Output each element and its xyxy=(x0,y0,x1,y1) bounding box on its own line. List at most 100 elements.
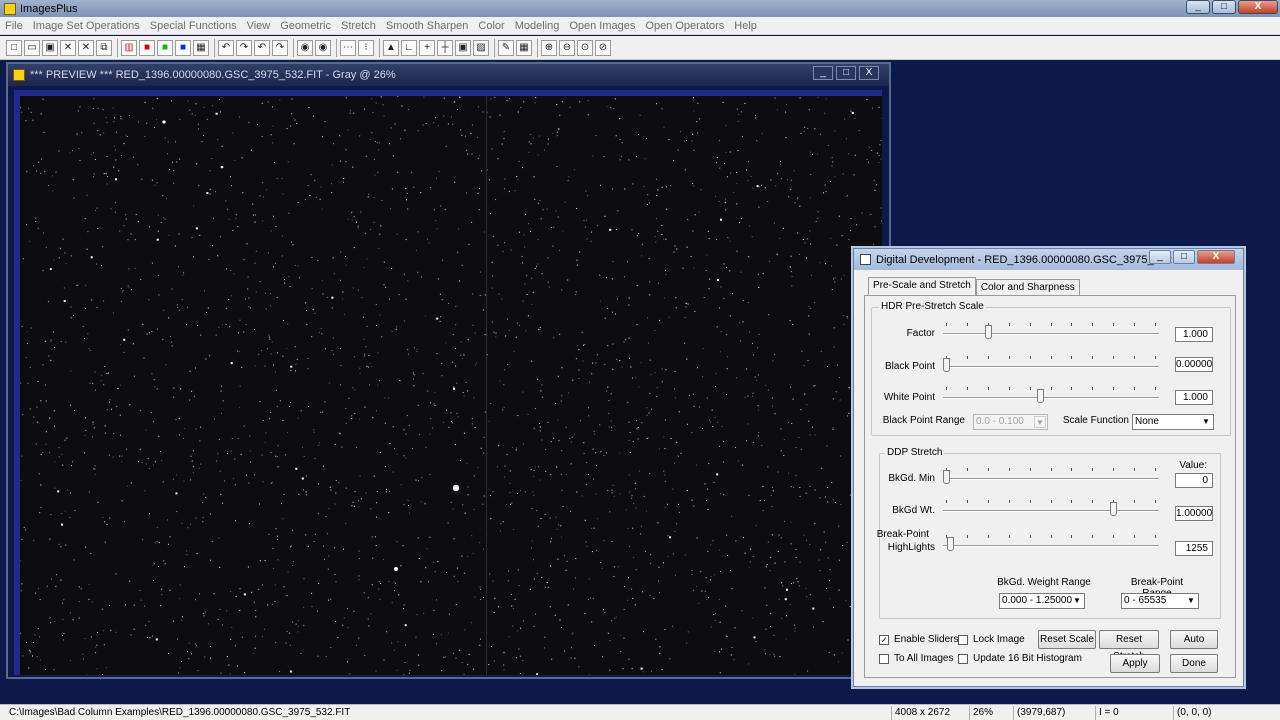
close-image-icon[interactable]: ✕ xyxy=(60,39,76,56)
dialog-minimize-button[interactable]: _ xyxy=(1149,250,1171,264)
scale-function-select[interactable]: None ▼ xyxy=(1132,414,1214,430)
bkgd-weight-range-select[interactable]: 0.000 - 1.25000 ▼ xyxy=(999,593,1085,609)
slider-tick xyxy=(1113,468,1115,471)
preview-titlebar[interactable]: *** PREVIEW *** RED_1396.00000080.GSC_39… xyxy=(8,64,889,86)
toolbar-separator xyxy=(494,38,495,57)
lock-image-checkbox[interactable]: Lock Image xyxy=(958,634,1025,645)
slider-track xyxy=(943,366,1159,368)
menu-open-operators[interactable]: Open Operators xyxy=(640,20,729,32)
enable-sliders-checkbox[interactable]: ✓ Enable Sliders xyxy=(879,634,958,645)
preview-close-button[interactable]: X xyxy=(859,66,879,80)
image-icon[interactable]: ▨ xyxy=(473,39,489,56)
break-point-slider[interactable] xyxy=(943,535,1159,551)
reset-scale-button[interactable]: Reset Scale xyxy=(1038,630,1096,649)
bkgd-min-slider[interactable] xyxy=(943,468,1159,484)
histogram-icon[interactable]: ▲ xyxy=(383,39,399,56)
slider-thumb[interactable] xyxy=(947,537,955,551)
crosshair-icon[interactable]: ┼ xyxy=(437,39,453,56)
save-icon[interactable]: ▣ xyxy=(42,39,58,56)
close-button[interactable]: X xyxy=(1238,0,1278,14)
frame-icon[interactable]: ▣ xyxy=(455,39,471,56)
menu-smooth-sharpen[interactable]: Smooth Sharpen xyxy=(381,20,474,32)
bkgd-wt-slider[interactable] xyxy=(943,500,1159,516)
close-all-icon[interactable]: ✕ xyxy=(78,39,94,56)
target-icon[interactable]: ◉ xyxy=(297,39,313,56)
zoom-fit-icon[interactable]: ⊙ xyxy=(577,39,593,56)
factor-value[interactable]: 1.000 xyxy=(1175,327,1213,342)
copy-icon[interactable]: ⧉ xyxy=(96,39,112,56)
break-point-range-select[interactable]: 0 - 65535 ▼ xyxy=(1121,593,1199,609)
reset-stretch-button[interactable]: Reset Stretch xyxy=(1099,630,1159,662)
slider-tick xyxy=(1071,323,1073,326)
menu-view[interactable]: View xyxy=(242,20,276,32)
slider-tick xyxy=(1050,387,1052,390)
menu-stretch[interactable]: Stretch xyxy=(336,20,381,32)
toolbar-separator xyxy=(537,38,538,57)
open-icon[interactable]: ▭ xyxy=(24,39,40,56)
dots-icon[interactable]: ⋯ xyxy=(340,39,356,56)
preview-window-controls: _ □ X xyxy=(813,66,879,80)
menu-modeling[interactable]: Modeling xyxy=(510,20,565,32)
tab-pre-scale-and-stretch[interactable]: Pre-Scale and Stretch xyxy=(868,277,976,295)
menu-image-set-operations[interactable]: Image Set Operations xyxy=(28,20,145,32)
slider-thumb[interactable] xyxy=(943,358,950,372)
factor-slider[interactable] xyxy=(943,323,1159,339)
menu-help[interactable]: Help xyxy=(729,20,762,32)
preview-maximize-button[interactable]: □ xyxy=(836,66,856,80)
menu-geometric[interactable]: Geometric xyxy=(275,20,336,32)
menu-special-functions[interactable]: Special Functions xyxy=(145,20,242,32)
menu-file[interactable]: File xyxy=(0,20,28,32)
slider-thumb[interactable] xyxy=(1037,389,1045,403)
green-channel-icon[interactable]: ■ xyxy=(157,39,173,56)
menu-open-images[interactable]: Open Images xyxy=(564,20,640,32)
redo-all-icon[interactable]: ↷ xyxy=(272,39,288,56)
slider-thumb[interactable] xyxy=(984,325,992,339)
slider-track xyxy=(943,478,1159,480)
slider-tick xyxy=(1008,323,1010,326)
slider-thumb[interactable] xyxy=(943,470,950,484)
status-bar: C:\Images\Bad Column Examples\RED_1396.0… xyxy=(0,704,1280,720)
dialog-maximize-button[interactable]: □ xyxy=(1173,250,1195,264)
white-point-value[interactable]: 1.000 xyxy=(1175,390,1213,405)
red-channel-icon[interactable]: ■ xyxy=(139,39,155,56)
table-icon[interactable]: ▦ xyxy=(516,39,532,56)
menu-color[interactable]: Color xyxy=(473,20,509,32)
black-point-value[interactable]: 0.00000 xyxy=(1175,357,1213,372)
redo-disabled-icon[interactable]: ↷ xyxy=(236,39,252,56)
done-button[interactable]: Done xyxy=(1170,654,1218,673)
update-16bit-histogram-checkbox[interactable]: Update 16 Bit Histogram xyxy=(958,653,1082,664)
to-all-images-checkbox[interactable]: To All Images xyxy=(879,653,953,664)
target-red-icon[interactable]: ◉ xyxy=(315,39,331,56)
slider-tick xyxy=(1008,387,1010,390)
auto-button[interactable]: Auto xyxy=(1170,630,1218,649)
blue-channel-icon[interactable]: ■ xyxy=(175,39,191,56)
dialog-close-button[interactable]: X xyxy=(1197,250,1235,264)
slider-thumb[interactable] xyxy=(1110,502,1118,516)
bkgd-min-value[interactable]: 0 xyxy=(1175,473,1213,488)
preview-minimize-button[interactable]: _ xyxy=(813,66,833,80)
new-icon[interactable]: □ xyxy=(6,39,22,56)
white-point-slider[interactable] xyxy=(943,387,1159,403)
break-point-value[interactable]: 1255 xyxy=(1175,541,1213,556)
maximize-button[interactable]: □ xyxy=(1212,0,1236,14)
black-point-slider[interactable] xyxy=(943,356,1159,372)
dialog-icon xyxy=(860,254,871,265)
zoom-actual-icon[interactable]: ⊘ xyxy=(595,39,611,56)
image-canvas[interactable] xyxy=(14,90,882,675)
zoom-out-icon[interactable]: ⊖ xyxy=(559,39,575,56)
tab-panel: HDR Pre-Stretch Scale Factor 1.000 Black… xyxy=(864,295,1236,678)
tab-color-and-sharpness[interactable]: Color and Sharpness xyxy=(975,279,1080,295)
minimize-button[interactable]: _ xyxy=(1186,0,1210,14)
axes-icon[interactable]: ∟ xyxy=(401,39,417,56)
undo-icon[interactable]: ↶ xyxy=(218,39,234,56)
bkgd-wt-value[interactable]: 1.00000 xyxy=(1175,506,1213,521)
apply-button[interactable]: Apply xyxy=(1110,654,1160,673)
zoom-in-icon[interactable]: ⊕ xyxy=(541,39,557,56)
add-icon[interactable]: + xyxy=(419,39,435,56)
grid-icon[interactable]: ▦ xyxy=(193,39,209,56)
pencil-icon[interactable]: ✎ xyxy=(498,39,514,56)
undo-all-icon[interactable]: ↶ xyxy=(254,39,270,56)
rgb-icon[interactable]: ▥ xyxy=(121,39,137,56)
dialog-titlebar[interactable]: Digital Development - RED_1396.00000080.… xyxy=(854,249,1243,270)
points-icon[interactable]: ⁝ xyxy=(358,39,374,56)
